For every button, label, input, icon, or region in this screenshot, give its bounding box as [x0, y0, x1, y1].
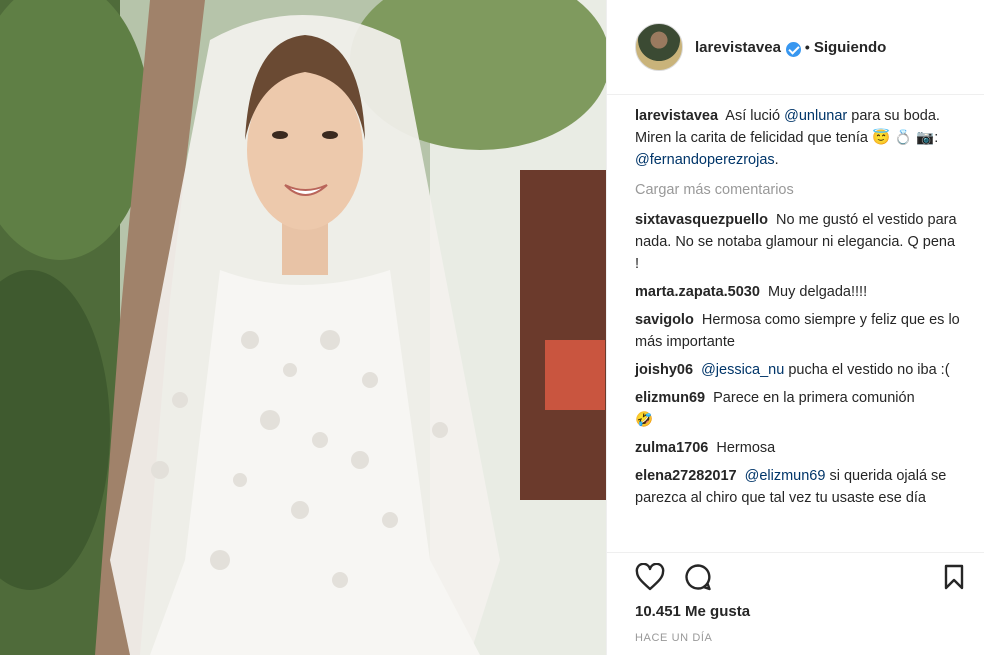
caption-emoji: 😇 💍 📷:: [871, 130, 939, 146]
separator-dot: •: [804, 39, 810, 55]
post-sidebar: larevistavea • Siguiendo larevistavea As…: [606, 0, 984, 655]
bride-photo-illustration: [0, 0, 606, 655]
scroll-fade: [607, 532, 984, 552]
comment-username[interactable]: joishy06: [635, 362, 693, 378]
comment-text: Parece en la primera comunión: [713, 390, 915, 406]
caption-text-3: .: [774, 152, 779, 168]
post-photo[interactable]: [0, 0, 606, 655]
comment-item: joishy06 @jessica_nu pucha el vestido no…: [635, 359, 961, 381]
comment-item: zulma1706 Hermosa: [635, 437, 961, 459]
comment-emoji: 🤣: [635, 412, 654, 428]
comment-item: marta.zapata.5030 Muy delgada!!!!: [635, 281, 961, 303]
post-timestamp[interactable]: Hace un día: [635, 632, 969, 644]
avatar[interactable]: [635, 23, 683, 71]
following-button[interactable]: Siguiendo: [814, 39, 887, 56]
comments-list[interactable]: larevistavea Así lució @unlunar para su …: [607, 105, 984, 552]
header-username[interactable]: larevistavea: [695, 39, 781, 56]
heart-icon[interactable]: [635, 562, 665, 592]
comment-username[interactable]: zulma1706: [635, 440, 708, 456]
post-actions: 10.451 Me gusta Hace un día: [607, 552, 984, 655]
comment-mention[interactable]: @elizmun69: [745, 468, 826, 484]
comment-text: pucha el vestido no iba :(: [788, 362, 950, 378]
bookmark-icon[interactable]: [939, 562, 969, 592]
comment-username[interactable]: elena27282017: [635, 468, 737, 484]
action-bar: [635, 553, 969, 601]
comment-item: elizmun69 Parece en la primera comunión …: [635, 387, 961, 431]
speech-bubble-icon[interactable]: [683, 562, 713, 592]
comment-text: Muy delgada!!!!: [767, 284, 868, 300]
comment-text: Hermosa: [716, 440, 776, 456]
caption-username[interactable]: larevistavea: [635, 108, 718, 124]
caption-mention-1[interactable]: @unlunar: [784, 108, 847, 124]
caption-mention-2[interactable]: @fernandoperezrojas: [635, 152, 775, 168]
likes-count[interactable]: 10.451 Me gusta: [635, 603, 969, 620]
comment-item: sixtavasquezpuello No me gustó el vestid…: [635, 209, 961, 275]
load-more-comments-link[interactable]: Cargar más comentarios: [635, 179, 961, 201]
comment-mention[interactable]: @jessica_nu: [701, 362, 784, 378]
comment-username[interactable]: sixtavasquezpuello: [635, 212, 768, 228]
instagram-post: larevistavea • Siguiendo larevistavea As…: [0, 0, 984, 655]
caption: larevistavea Así lució @unlunar para su …: [635, 105, 961, 171]
comment-username[interactable]: elizmun69: [635, 390, 705, 406]
post-header: larevistavea • Siguiendo: [607, 0, 984, 95]
comment-username[interactable]: marta.zapata.5030: [635, 284, 760, 300]
verified-badge-icon: [785, 41, 801, 57]
comment-item: elena27282017 @elizmun69 si querida ojal…: [635, 465, 961, 509]
comment-username[interactable]: savigolo: [635, 312, 694, 328]
comment-item: savigolo Hermosa como siempre y feliz qu…: [635, 309, 961, 353]
caption-text-1: Así lució: [725, 108, 781, 124]
